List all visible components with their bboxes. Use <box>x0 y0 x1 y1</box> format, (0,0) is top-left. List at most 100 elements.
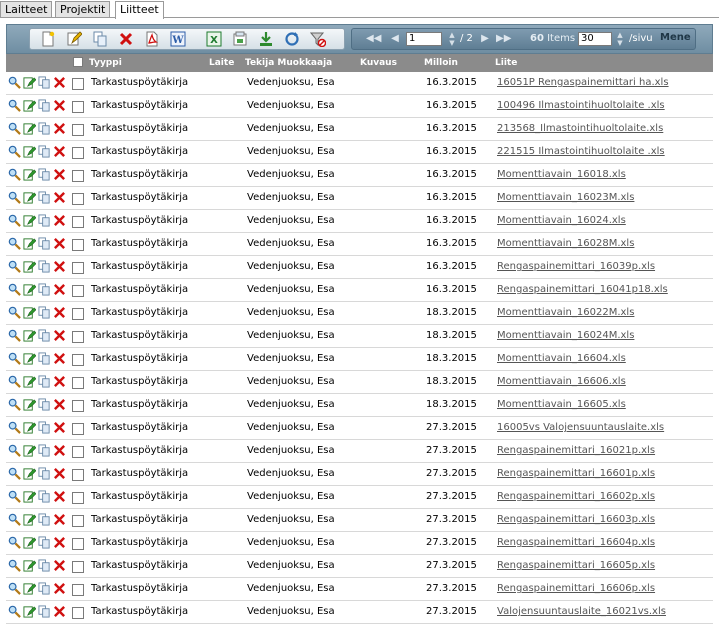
delete-icon[interactable] <box>53 191 66 204</box>
view-icon[interactable] <box>8 398 21 411</box>
delete-icon[interactable] <box>53 122 66 135</box>
copy-icon[interactable] <box>38 421 51 434</box>
edit-icon[interactable] <box>23 352 36 365</box>
view-icon[interactable] <box>8 582 21 595</box>
view-icon[interactable] <box>8 283 21 296</box>
row-attachment-link[interactable]: 213568_Ilmastointihuoltolaite.xls <box>497 123 663 134</box>
row-attachment-link[interactable]: 16051P Rengaspainemittari ha.xls <box>497 77 669 88</box>
edit-icon[interactable] <box>23 513 36 526</box>
view-icon[interactable] <box>8 237 21 250</box>
view-icon[interactable] <box>8 467 21 480</box>
delete-icon[interactable] <box>53 145 66 158</box>
row-checkbox[interactable] <box>72 78 84 90</box>
row-attachment-link[interactable]: Momenttiavain_16024M.xls <box>497 330 634 341</box>
row-attachment-link[interactable]: Momenttiavain_16605.xls <box>497 399 626 410</box>
row-checkbox[interactable] <box>72 607 84 619</box>
per-page-spinner[interactable]: ▲ ▼ <box>614 31 626 47</box>
column-device[interactable]: Laite <box>209 58 234 68</box>
delete-icon[interactable] <box>53 467 66 480</box>
row-checkbox[interactable] <box>72 538 84 550</box>
page-input[interactable] <box>406 32 442 46</box>
view-icon[interactable] <box>8 444 21 457</box>
row-attachment-link[interactable]: Momenttiavain_16018.xls <box>497 169 626 180</box>
row-checkbox[interactable] <box>72 446 84 458</box>
edit-icon[interactable] <box>66 31 82 47</box>
row-checkbox[interactable] <box>72 331 84 343</box>
copy-icon[interactable] <box>38 536 51 549</box>
tab-projektit[interactable]: Projektit <box>55 1 111 17</box>
copy-icon[interactable] <box>38 306 51 319</box>
clear-filter-icon[interactable] <box>310 31 326 47</box>
edit-icon[interactable] <box>23 99 36 112</box>
view-icon[interactable] <box>8 122 21 135</box>
view-icon[interactable] <box>8 191 21 204</box>
view-icon[interactable] <box>8 421 21 434</box>
row-attachment-link[interactable]: Rengaspainemittari_16606p.xls <box>497 583 655 594</box>
edit-icon[interactable] <box>23 260 36 273</box>
copy-icon[interactable] <box>38 375 51 388</box>
column-description[interactable]: Kuvaus <box>360 58 397 68</box>
copy-icon[interactable] <box>38 260 51 273</box>
edit-icon[interactable] <box>23 122 36 135</box>
edit-icon[interactable] <box>23 145 36 158</box>
delete-icon[interactable] <box>53 375 66 388</box>
delete-icon[interactable] <box>53 99 66 112</box>
edit-icon[interactable] <box>23 398 36 411</box>
edit-icon[interactable] <box>23 283 36 296</box>
view-icon[interactable] <box>8 559 21 572</box>
copy-icon[interactable] <box>38 191 51 204</box>
row-attachment-link[interactable]: Rengaspainemittari_16041p18.xls <box>497 284 668 295</box>
copy-icon[interactable] <box>38 329 51 342</box>
view-icon[interactable] <box>8 260 21 273</box>
delete-icon[interactable] <box>53 490 66 503</box>
row-attachment-link[interactable]: 221515 Ilmastointihuoltolaite .xls <box>497 146 665 157</box>
row-checkbox[interactable] <box>72 170 84 182</box>
view-icon[interactable] <box>8 490 21 503</box>
delete-icon[interactable] <box>53 214 66 227</box>
row-attachment-link[interactable]: 16005vs Valojensuuntauslaite.xls <box>497 422 664 433</box>
refresh-icon[interactable] <box>284 31 300 47</box>
row-checkbox[interactable] <box>72 584 84 596</box>
column-date[interactable]: Milloin <box>424 58 458 68</box>
copy-icon[interactable] <box>38 76 51 89</box>
row-checkbox[interactable] <box>72 400 84 412</box>
row-attachment-link[interactable]: Rengaspainemittari_16602p.xls <box>497 491 655 502</box>
edit-icon[interactable] <box>23 490 36 503</box>
row-checkbox[interactable] <box>72 308 84 320</box>
view-icon[interactable] <box>8 214 21 227</box>
row-checkbox[interactable] <box>72 262 84 274</box>
delete-icon[interactable] <box>53 76 66 89</box>
view-icon[interactable] <box>8 375 21 388</box>
copy-icon[interactable] <box>38 283 51 296</box>
import-icon[interactable] <box>232 31 248 47</box>
view-icon[interactable] <box>8 306 21 319</box>
copy-icon[interactable] <box>38 444 51 457</box>
download-icon[interactable] <box>258 31 274 47</box>
delete-icon[interactable] <box>118 31 134 47</box>
view-icon[interactable] <box>8 536 21 549</box>
delete-icon[interactable] <box>53 352 66 365</box>
row-attachment-link[interactable]: Momenttiavain_16022M.xls <box>497 307 634 318</box>
delete-icon[interactable] <box>53 260 66 273</box>
edit-icon[interactable] <box>23 559 36 572</box>
go-button[interactable]: Mene <box>660 32 691 43</box>
row-checkbox[interactable] <box>72 423 84 435</box>
first-page-icon[interactable]: ◀◀ <box>366 32 381 46</box>
column-attachment[interactable]: Liite <box>495 58 517 68</box>
row-checkbox[interactable] <box>72 101 84 113</box>
edit-icon[interactable] <box>23 375 36 388</box>
delete-icon[interactable] <box>53 536 66 549</box>
copy-icon[interactable] <box>38 99 51 112</box>
edit-icon[interactable] <box>23 605 36 618</box>
edit-icon[interactable] <box>23 191 36 204</box>
row-checkbox[interactable] <box>72 377 84 389</box>
copy-icon[interactable] <box>38 467 51 480</box>
copy-icon[interactable] <box>38 605 51 618</box>
edit-icon[interactable] <box>23 536 36 549</box>
view-icon[interactable] <box>8 145 21 158</box>
copy-icon[interactable] <box>38 513 51 526</box>
last-page-icon[interactable]: ▶▶ <box>496 32 511 46</box>
copy-icon[interactable] <box>38 168 51 181</box>
row-attachment-link[interactable]: Momenttiavain_16606.xls <box>497 376 626 387</box>
view-icon[interactable] <box>8 76 21 89</box>
